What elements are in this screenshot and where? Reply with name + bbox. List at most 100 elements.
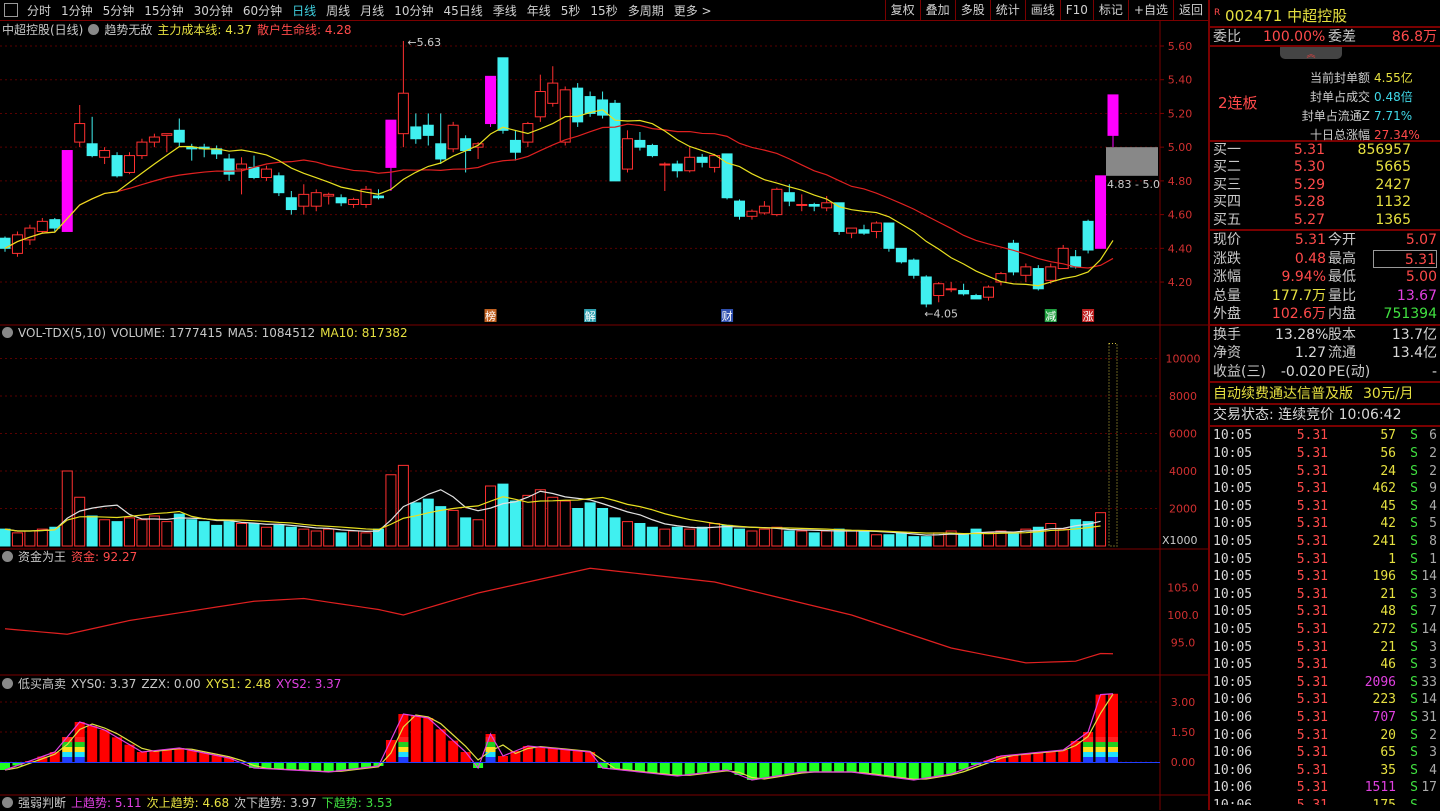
candle-body[interactable] (1007, 242, 1019, 273)
candle-body[interactable] (323, 193, 335, 197)
volume-bar[interactable] (858, 530, 870, 547)
volume-bar[interactable] (99, 519, 111, 547)
volume-bar[interactable] (846, 530, 858, 547)
volume-bar[interactable] (534, 489, 546, 547)
volume-bar[interactable] (721, 524, 733, 547)
bid-row[interactable]: 买四 5.28 1132 (1210, 194, 1440, 212)
volume-bar[interactable] (1082, 521, 1094, 547)
volume-bar[interactable] (1045, 523, 1057, 547)
volume-bar[interactable] (796, 530, 808, 547)
volume-bar[interactable] (808, 532, 820, 547)
volume-bar[interactable] (920, 536, 932, 547)
candle-body[interactable] (148, 136, 160, 143)
volume-bar[interactable] (634, 523, 646, 547)
candle-body[interactable] (36, 220, 48, 232)
candle-body[interactable] (634, 139, 646, 148)
volume-bar[interactable] (460, 517, 472, 547)
candle-body[interactable] (123, 155, 135, 173)
period-tab[interactable]: 60分钟 (238, 2, 287, 19)
volume-bar[interactable] (485, 485, 497, 547)
period-tab[interactable]: 日线 (287, 2, 321, 19)
volume-bar[interactable] (223, 521, 235, 547)
volume-bar[interactable] (771, 526, 783, 547)
volume-bar[interactable] (584, 502, 596, 547)
ad-banner[interactable]: 自动续费通达信普及版 30元/月 (1210, 381, 1440, 403)
period-tab[interactable]: 10分钟 (389, 2, 438, 19)
candle-body[interactable] (223, 158, 235, 175)
volume-bar[interactable] (198, 521, 210, 547)
volume-bar[interactable] (547, 496, 559, 547)
period-tab[interactable]: 分时 (22, 2, 56, 19)
volume-bar[interactable] (1095, 512, 1107, 547)
volume-bar[interactable] (422, 498, 434, 547)
volume-bar[interactable] (696, 526, 708, 547)
candle-body[interactable] (758, 205, 770, 214)
candle-body[interactable] (671, 163, 683, 172)
candle-body[interactable] (858, 229, 870, 234)
volume-bar[interactable] (86, 515, 98, 547)
candle-body[interactable] (410, 126, 422, 140)
volume-bar[interactable] (435, 506, 447, 547)
period-tab[interactable]: 30分钟 (189, 2, 238, 19)
volume-bar[interactable] (895, 532, 907, 547)
volume-bar[interactable] (248, 523, 260, 547)
candle-body[interactable] (584, 96, 596, 114)
toolbar-action-button[interactable]: 多股 (954, 0, 990, 21)
candle-body[interactable] (746, 210, 758, 217)
volume-bar[interactable] (335, 532, 347, 547)
candle-body[interactable] (646, 144, 658, 157)
candle-body[interactable] (821, 202, 833, 209)
volume-bar[interactable] (285, 526, 297, 547)
candle-body[interactable] (298, 193, 310, 207)
candle-body[interactable] (1082, 220, 1094, 251)
bid-row[interactable]: 买三 5.29 2427 (1210, 177, 1440, 195)
candle-body[interactable] (696, 156, 708, 163)
volume-bar[interactable] (236, 523, 248, 547)
bid-row[interactable]: 买五 5.27 1365 (1210, 212, 1440, 230)
candle-body[interactable] (74, 123, 86, 143)
volume-bar[interactable] (621, 521, 633, 547)
volume-bar[interactable] (385, 474, 397, 547)
period-tab[interactable]: 多周期 (623, 2, 669, 19)
volume-bar[interactable] (671, 526, 683, 547)
toolbar-action-button[interactable]: 画线 (1024, 0, 1060, 21)
period-tab[interactable]: 1分钟 (56, 2, 98, 19)
volume-bar[interactable] (11, 532, 23, 547)
collapse-icon[interactable]: ︽ (1280, 46, 1342, 60)
candle-body[interactable] (385, 119, 397, 168)
toolbar-action-button[interactable]: 标记 (1092, 0, 1128, 21)
candle-body[interactable] (933, 283, 945, 297)
volume-bar[interactable] (734, 528, 746, 547)
candle-body[interactable] (348, 198, 360, 205)
volume-bar[interactable] (983, 532, 995, 547)
period-tab[interactable]: 5秒 (556, 2, 586, 19)
period-tab[interactable]: 季线 (488, 2, 522, 19)
period-tab[interactable]: 周线 (321, 2, 355, 19)
candle-body[interactable] (883, 222, 895, 249)
period-tab[interactable]: 更多 > (669, 2, 717, 19)
tick-list[interactable]: 10:05 5.31 57 S 6 10:05 5.31 56 S 2 10:05 5.31 24 S 2 1… (1210, 425, 1440, 805)
volume-bar[interactable] (883, 534, 895, 547)
candle-body[interactable] (1070, 256, 1082, 268)
candle-body[interactable] (260, 168, 272, 179)
candle-body[interactable] (609, 102, 621, 182)
candle-body[interactable] (335, 197, 347, 204)
volume-bar[interactable] (298, 528, 310, 547)
volume-bar[interactable] (783, 530, 795, 547)
volume-bar[interactable] (260, 526, 272, 547)
candle-body[interactable] (945, 288, 957, 291)
volume-bar[interactable] (61, 470, 73, 547)
candle-body[interactable] (684, 156, 696, 172)
candle-body[interactable] (895, 247, 907, 263)
candle-body[interactable] (534, 91, 546, 118)
volume-bar[interactable] (410, 502, 422, 547)
volume-bar[interactable] (746, 530, 758, 547)
candle-body[interactable] (1020, 266, 1032, 276)
candle-body[interactable] (485, 75, 497, 125)
volume-bar[interactable] (348, 530, 360, 547)
bid-row[interactable]: 买二 5.30 5665 (1210, 159, 1440, 177)
toolbar-action-button[interactable]: F10 (1059, 0, 1093, 21)
candle-body[interactable] (870, 222, 882, 232)
candle-body[interactable] (161, 133, 173, 136)
candle-body[interactable] (621, 138, 633, 170)
